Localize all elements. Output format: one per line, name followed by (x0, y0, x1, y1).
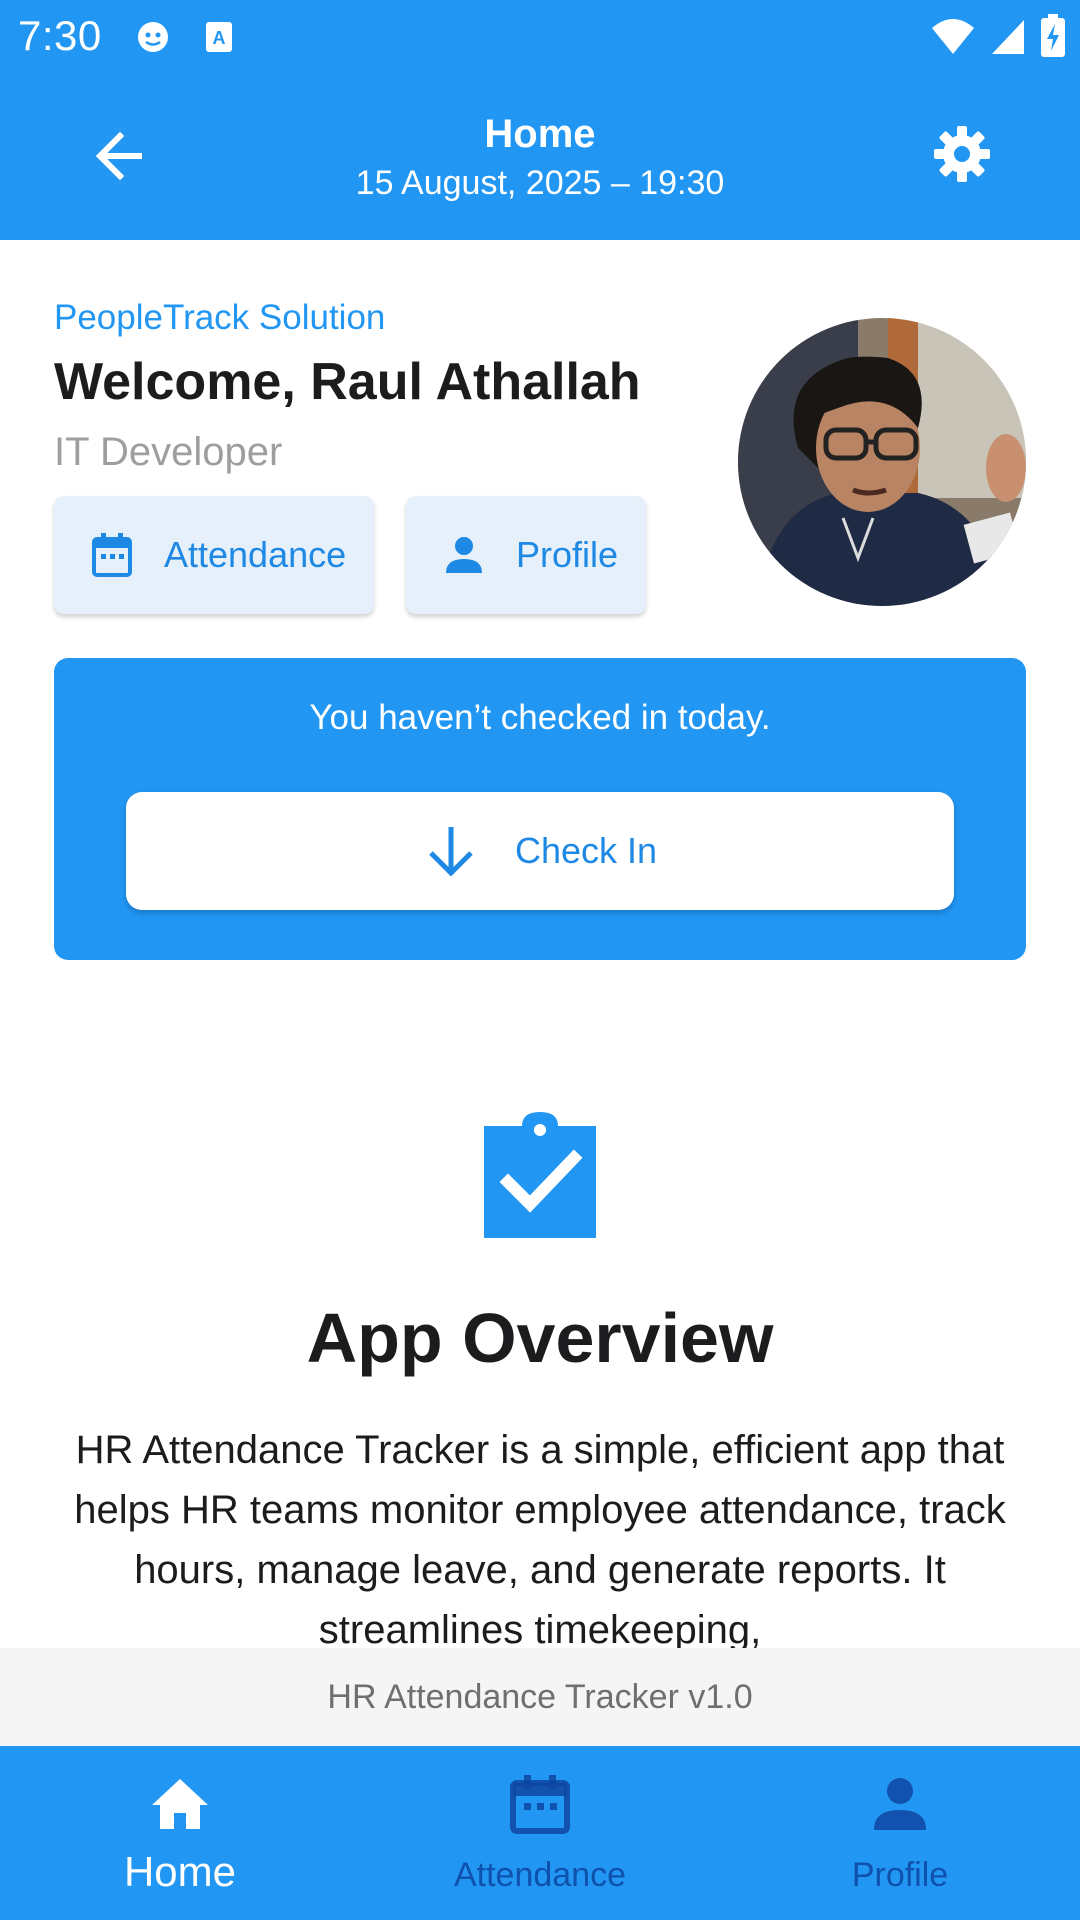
svg-text:A: A (213, 28, 226, 48)
status-icons-right (930, 14, 1066, 63)
calendar-icon (510, 1774, 570, 1834)
page-datetime: 15 August, 2025 – 19:30 (355, 164, 725, 202)
status-bar: 7:30 A (0, 0, 1080, 72)
arrow-down-icon (423, 823, 479, 879)
clipboard-check-icon (480, 1112, 600, 1242)
text-recognition-icon: A (204, 20, 238, 54)
signal-icon (990, 16, 1026, 61)
person-icon (870, 1774, 930, 1834)
welcome-heading: Welcome, Raul Athallah (54, 353, 641, 411)
person-icon (440, 531, 488, 579)
checkin-card: You haven’t checked in today. Check In (54, 658, 1026, 960)
calendar-icon (88, 531, 136, 579)
notification-face-icon (136, 20, 170, 54)
check-in-button[interactable]: Check In (126, 792, 954, 910)
status-time: 7:30 (18, 12, 102, 59)
settings-button[interactable] (926, 120, 998, 192)
overview-description: HR Attendance Tracker is a simple, effic… (74, 1428, 1006, 1648)
nav-item-attendance[interactable]: Attendance (360, 1746, 720, 1920)
bottom-navigation: Home Attendance Profile (0, 1746, 1080, 1920)
user-role: IT Developer (54, 430, 283, 474)
profile-button[interactable]: Profile (406, 496, 646, 614)
nav-item-home[interactable]: Home (0, 1746, 360, 1920)
attendance-button-label: Attendance (164, 534, 347, 575)
home-icon (150, 1774, 210, 1834)
battery-charging-icon (1040, 14, 1066, 63)
overview-title: App Overview (306, 1299, 774, 1377)
app-bar: Home 15 August, 2025 – 19:30 (0, 72, 1080, 240)
overview-scroll-area[interactable]: HR Attendance Tracker is a simple, effic… (0, 1420, 1080, 1648)
app-version-text: HR Attendance Tracker v1.0 (327, 1677, 753, 1716)
nav-label-attendance: Attendance (453, 1856, 627, 1894)
company-name: PeopleTrack Solution (54, 298, 386, 337)
attendance-button[interactable]: Attendance (54, 496, 374, 614)
checkin-status-message: You haven’t checked in today. (309, 698, 771, 737)
wifi-icon (930, 16, 976, 61)
nav-item-profile[interactable]: Profile (720, 1746, 1080, 1920)
version-footer: HR Attendance Tracker v1.0 (0, 1648, 1080, 1746)
gear-icon (932, 124, 992, 189)
nav-label-home: Home (123, 1848, 237, 1895)
profile-button-label: Profile (516, 534, 619, 575)
nav-label-profile: Profile (851, 1856, 949, 1894)
page-title: Home (484, 112, 596, 156)
check-in-button-label: Check In (514, 830, 658, 871)
avatar[interactable] (738, 318, 1026, 606)
